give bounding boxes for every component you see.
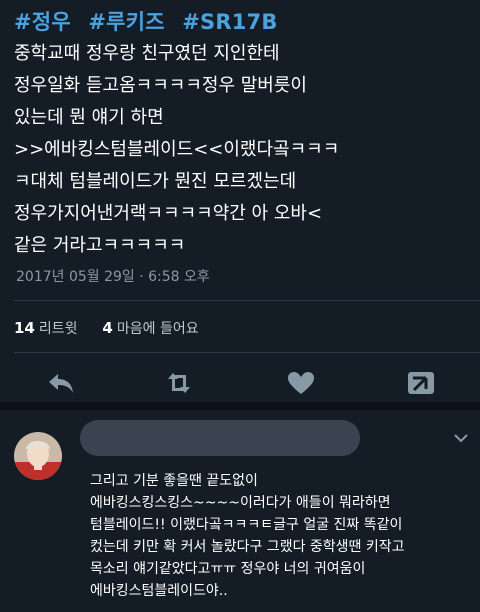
tweet-timestamp: 2017년 05월 29일 · 6:58 오후 [16,269,210,285]
retweet-count: 14 [14,319,35,337]
reply-line: 컸는데 키만 확 커서 놀랐다구 그랬다 중학생땐 키작고 [90,539,405,555]
hashtag-link[interactable]: #SR17B [182,10,277,34]
share-icon[interactable] [406,370,436,396]
reply-line: 텀블레이드!! 이랬다곸ㅋㅋㅋㅌ글구 얼굴 진짜 똑같이 [90,517,403,533]
like-stat[interactable]: 4 마음에 들어요 [102,319,199,337]
retweet-label: 리트윗 [38,321,78,337]
chevron-down-icon[interactable] [454,428,468,447]
action-bar [0,370,480,396]
divider [14,352,480,353]
reply-body: 그리고 기분 좋을땐 끝도없이 에바킹스킹스킹스~~~~이러다가 애들이 뭐라하… [90,470,475,602]
heart-icon[interactable] [286,370,316,396]
divider [14,300,480,301]
tweet-line: 중학교때 정우랑 친구였던 지인한테 [14,43,280,64]
tweet-line: 있는데 뭔 얘기 하면 [14,107,164,128]
reply-line: 에바킹스킹스킹스~~~~이러다가 애들이 뭐라하면 [90,495,391,511]
tweet-line: >>에바킹스텀블레이드<<이랬다곸ㅋㅋㅋ [14,139,340,160]
reply-line: 그리고 기분 좋을땐 끝도없이 [90,473,258,489]
tweet-line: 같은 거라고ㅋㅋㅋㅋㅋ [14,235,186,256]
reply-icon[interactable] [46,370,76,396]
reply-line: 에바킹스텀블레이드야.. [90,583,228,599]
like-label: 마음에 들어요 [116,321,199,337]
reply-line: 목소리 얘기같았다고ㅠㅠ 정우야 너의 귀여움이 [90,561,366,577]
section-separator [0,402,480,410]
hashtag-row: #정우 #루키즈 #SR17B [14,6,288,36]
tweet-line: 정우가지어낸거랙ㅋㅋㅋㅋ약간 아 오바< [14,203,323,224]
retweet-icon[interactable] [164,370,194,396]
reply-tweet: 그리고 기분 좋을땐 끝도없이 에바킹스킹스킹스~~~~이러다가 애들이 뭐라하… [0,410,480,612]
hashtag-link[interactable]: #루키즈 [88,10,164,34]
like-count: 4 [102,319,113,337]
tweet-line: 정우일화 듣고옴ㅋㅋㅋㅋ정우 말버릇이 [14,75,307,96]
avatar[interactable] [14,432,62,480]
tweet-stats: 14 리트윗 4 마음에 들어요 [14,318,199,338]
hashtag-link[interactable]: #정우 [14,10,71,34]
main-tweet: #정우 #루키즈 #SR17B 중학교때 정우랑 친구였던 지인한테 정우일화 … [0,0,480,402]
tweet-line: ㅋ대체 텀블레이드가 뭔진 모르겠는데 [14,171,297,192]
retweet-stat[interactable]: 14 리트윗 [14,319,78,337]
blurred-username [80,420,360,456]
tweet-body: 중학교때 정우랑 친구였던 지인한테 정우일화 듣고옴ㅋㅋㅋㅋ정우 말버릇이 있… [14,38,474,262]
